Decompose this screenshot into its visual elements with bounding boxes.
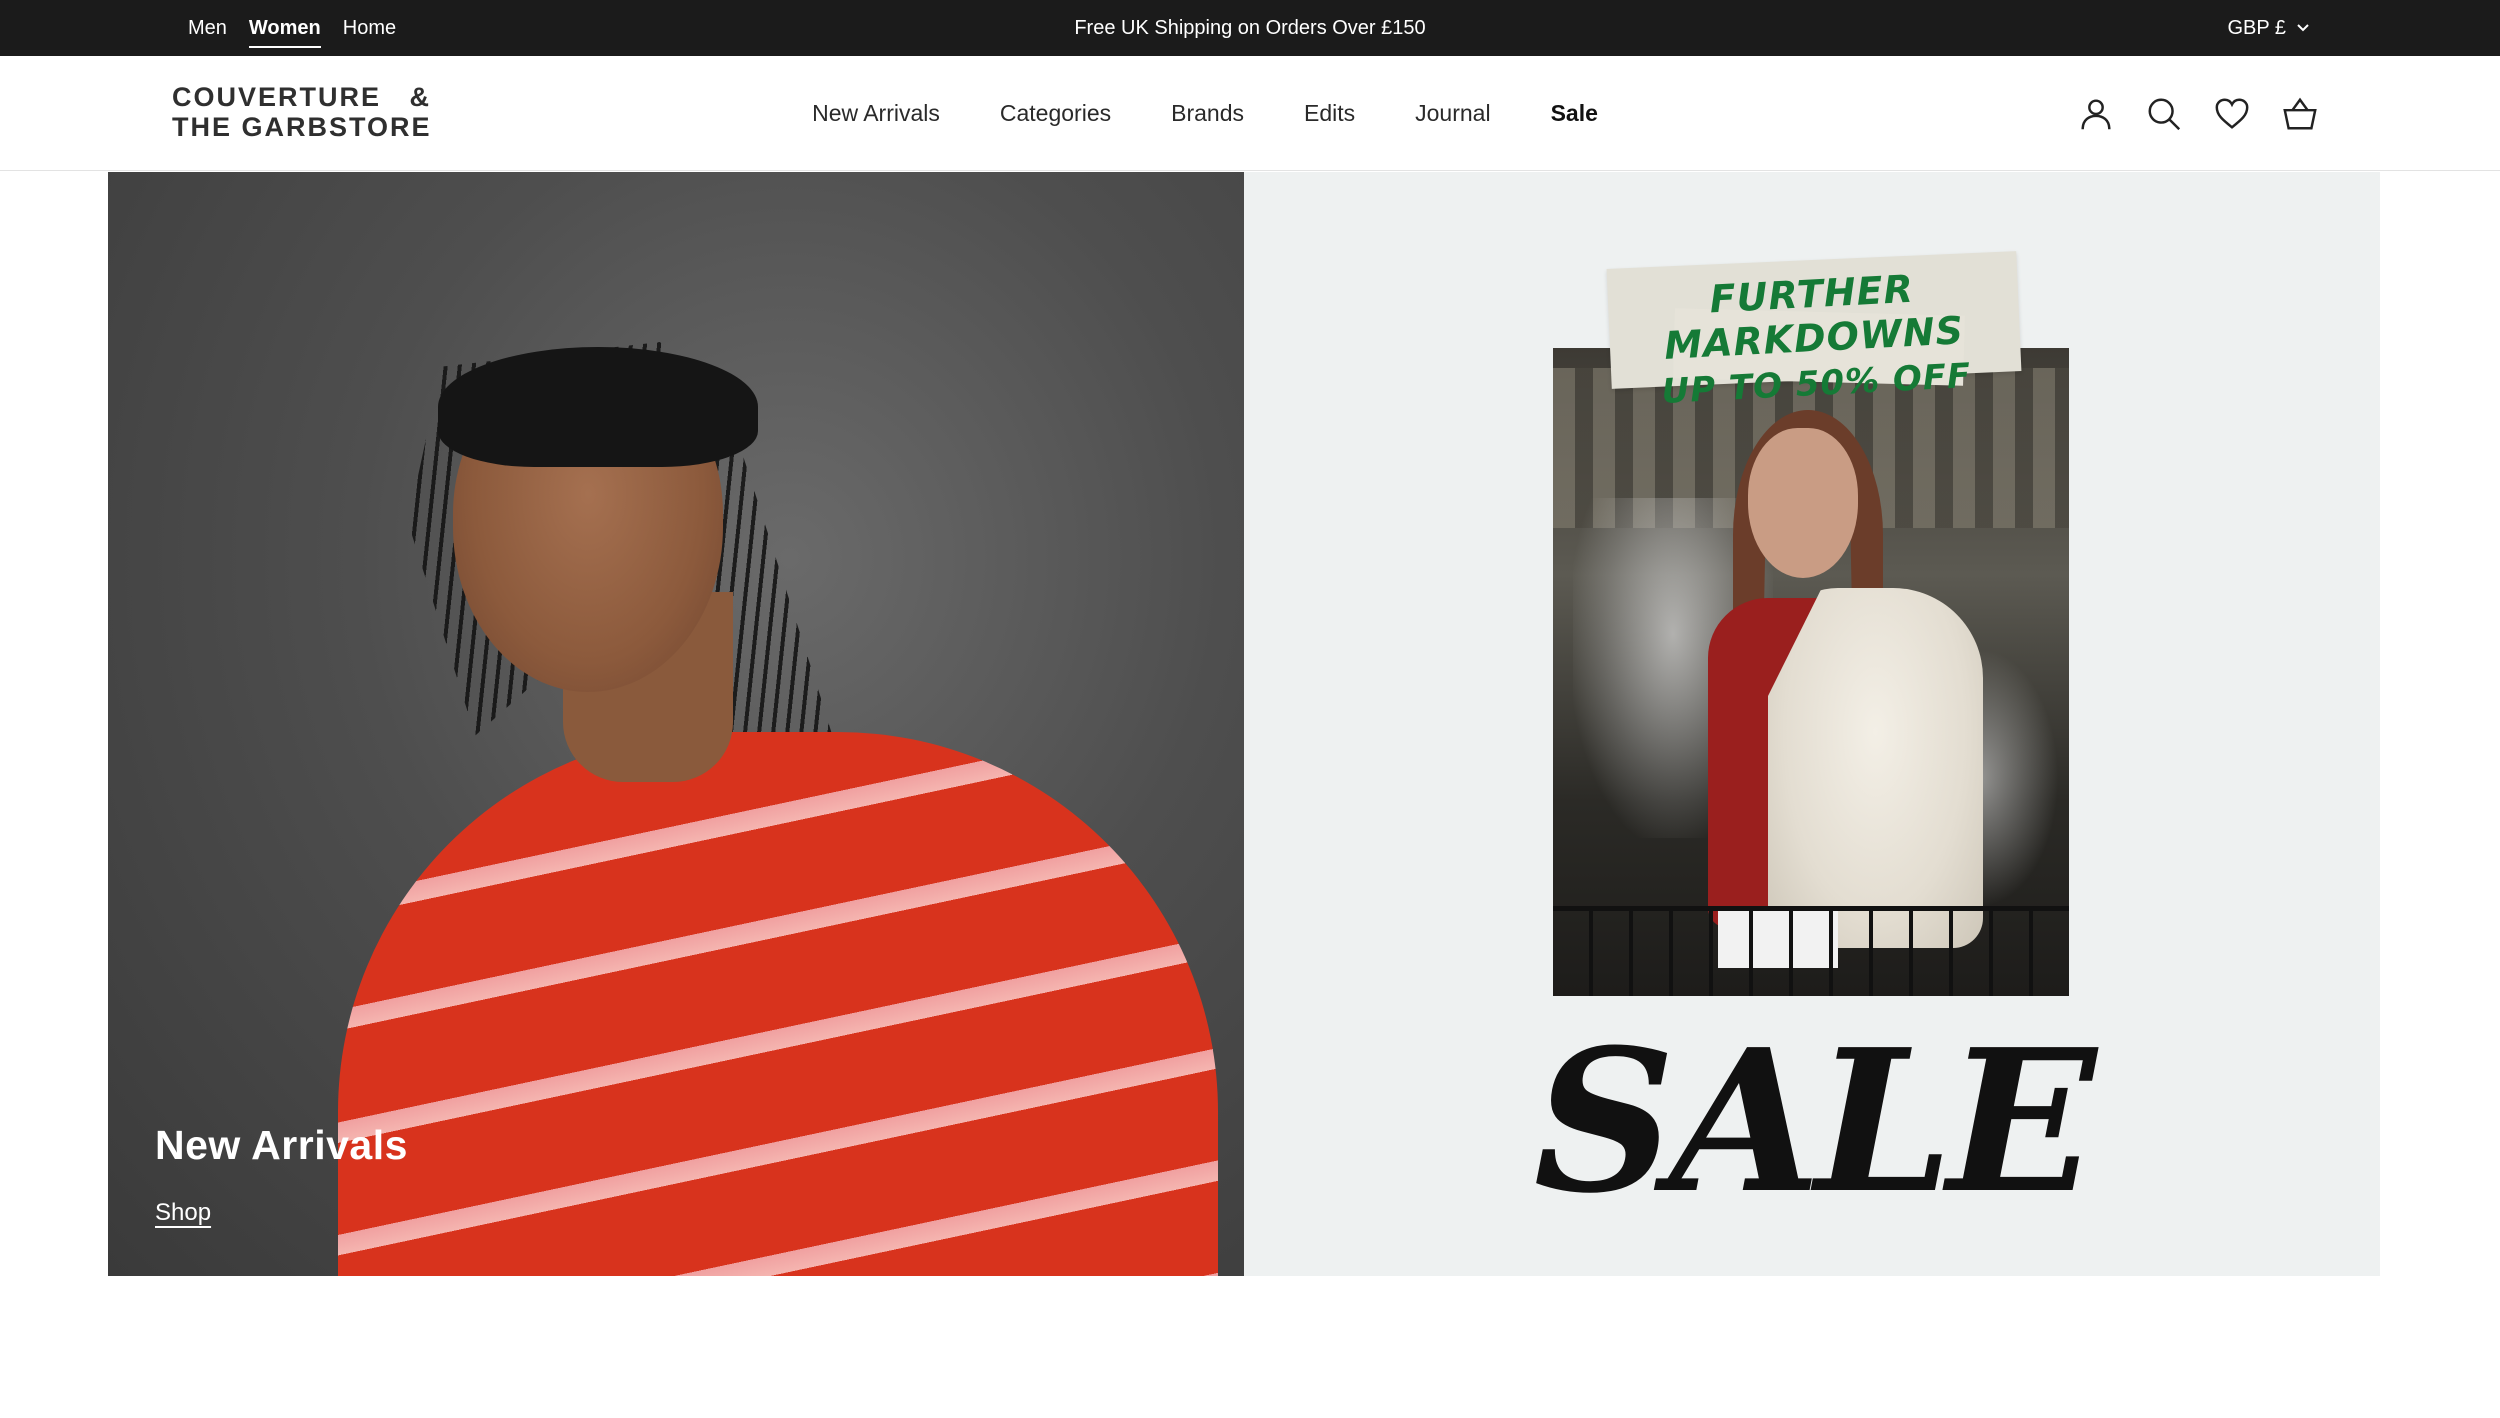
nav-item-journal[interactable]: Journal	[1415, 100, 1490, 127]
account-icon[interactable]	[2076, 94, 2116, 134]
search-icon[interactable]	[2144, 94, 2184, 134]
site-header: COUVERTURE & THE GARBSTORE New Arrivals …	[0, 56, 2500, 171]
shop-link[interactable]: Shop	[155, 1199, 211, 1227]
photo-model-vest	[1768, 588, 1983, 948]
new-arrivals-banner[interactable]: New Arrivals Shop	[108, 172, 1244, 1276]
currency-selector[interactable]: GBP £	[2227, 0, 2310, 56]
department-link-men[interactable]: Men	[188, 17, 227, 40]
hero-banners: New Arrivals Shop FURTHER MARKDOWNS UP T…	[108, 172, 2381, 1276]
sale-headline: SALE	[1533, 1007, 2097, 1237]
chevron-down-icon	[2296, 17, 2310, 40]
sale-banner[interactable]: FURTHER MARKDOWNS UP TO 50% OFF SALE	[1244, 172, 2380, 1276]
nav-item-edits[interactable]: Edits	[1304, 100, 1355, 127]
currency-label: GBP £	[2227, 16, 2286, 39]
brand-logo[interactable]: COUVERTURE & THE GARBSTORE	[172, 82, 432, 142]
logo-line-1: COUVERTURE &	[172, 82, 432, 112]
wishlist-heart-icon[interactable]	[2212, 94, 2252, 134]
department-switcher: Men Women Home	[188, 0, 396, 56]
photo-model-face	[1748, 428, 1858, 578]
nav-item-categories[interactable]: Categories	[1000, 100, 1111, 127]
markdown-text: FURTHER MARKDOWNS UP TO 50% OFF	[1601, 261, 2027, 415]
header-actions	[2076, 56, 2320, 171]
banner-title: New Arrivals	[155, 1122, 408, 1168]
nav-item-sale[interactable]: Sale	[1551, 100, 1598, 127]
nav-item-new-arrivals[interactable]: New Arrivals	[812, 100, 940, 127]
banner-caption: New Arrivals Shop	[155, 1122, 408, 1227]
department-link-women[interactable]: Women	[248, 17, 321, 48]
announcement-bar: Men Women Home Free UK Shipping on Order…	[0, 0, 2500, 56]
basket-icon[interactable]	[2280, 94, 2320, 134]
sale-campaign-photo	[1553, 348, 2069, 996]
nav-item-brands[interactable]: Brands	[1171, 100, 1244, 127]
logo-line-2: THE GARBSTORE	[172, 112, 432, 142]
photo-railing	[1553, 906, 2069, 996]
model-photo-hair-top	[438, 347, 758, 467]
model-photo-top	[338, 732, 1218, 1276]
department-link-home[interactable]: Home	[343, 17, 396, 40]
